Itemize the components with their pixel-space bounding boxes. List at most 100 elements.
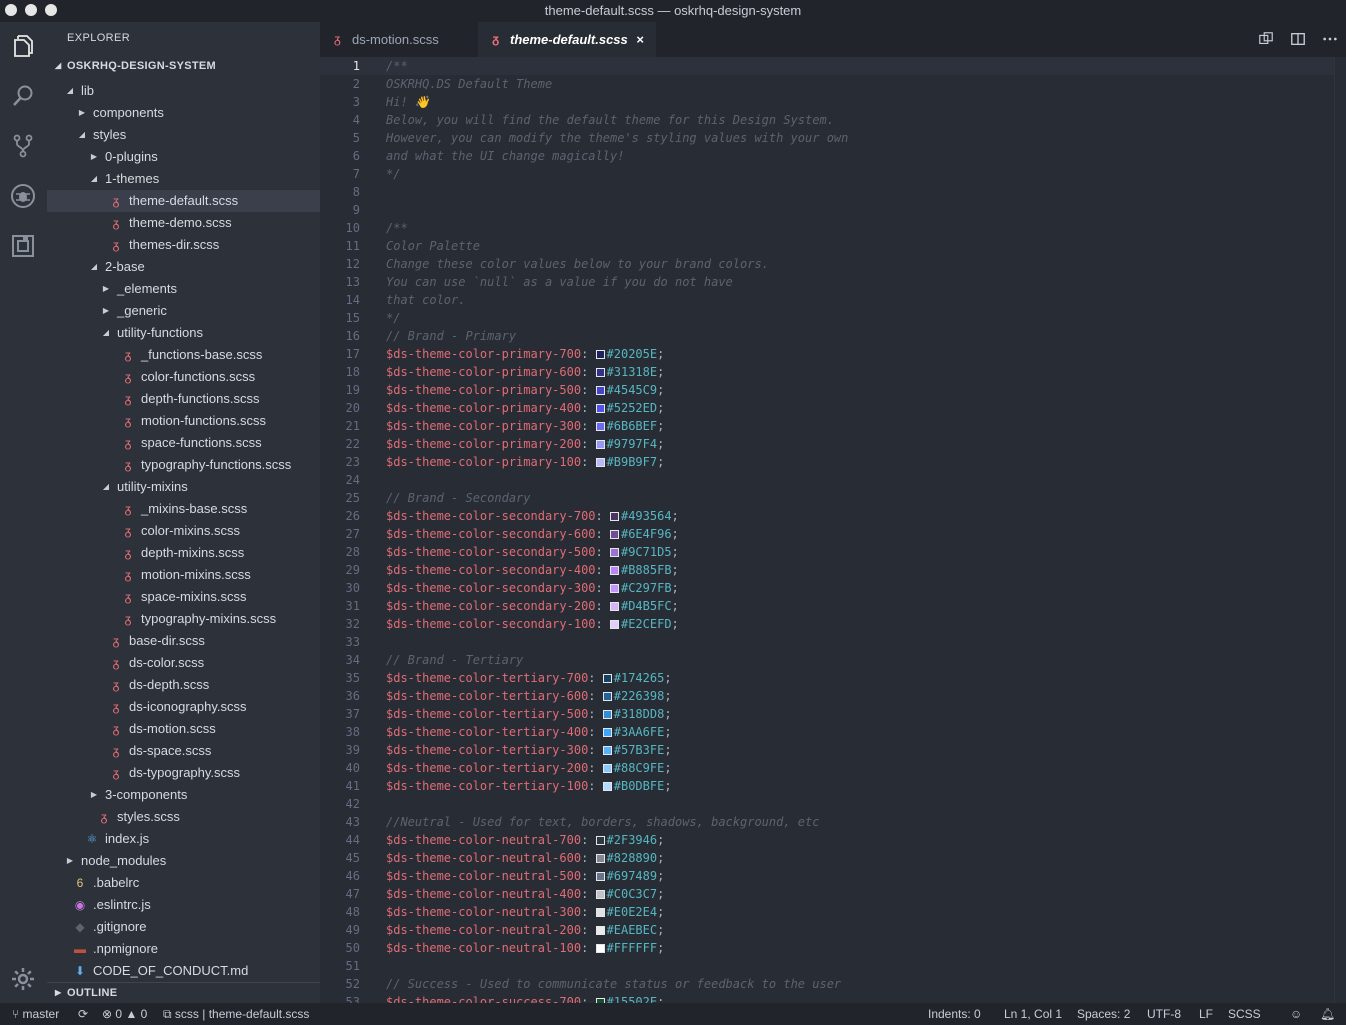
color-swatch[interactable] xyxy=(595,908,605,917)
code-line[interactable] xyxy=(386,201,848,219)
cursor-position[interactable]: Ln 1, Col 1 xyxy=(1004,1003,1062,1025)
tree-folder[interactable]: ▶ 3-components xyxy=(47,784,320,806)
tree-folder[interactable]: ◢ utility-functions xyxy=(47,322,320,344)
tree-file[interactable]: ᵹ _mixins-base.scss xyxy=(47,498,320,520)
code-line[interactable] xyxy=(386,795,848,813)
color-swatch[interactable] xyxy=(595,890,605,899)
tree-file[interactable]: ᵹ color-functions.scss xyxy=(47,366,320,388)
sync-icon[interactable]: ⟳ xyxy=(78,1003,88,1025)
tab-theme-default[interactable]: ᵹ theme-default.scss × xyxy=(478,22,656,57)
tree-file[interactable]: ᵹ ds-space.scss xyxy=(47,740,320,762)
tree-file[interactable]: ᵹ motion-mixins.scss xyxy=(47,564,320,586)
debug-icon[interactable] xyxy=(9,182,37,210)
color-swatch[interactable] xyxy=(602,674,612,683)
tree-folder[interactable]: ▶ components xyxy=(47,102,320,124)
search-icon[interactable] xyxy=(9,82,37,110)
color-swatch[interactable] xyxy=(609,566,619,575)
code-line[interactable] xyxy=(386,633,848,651)
extensions-icon[interactable] xyxy=(9,232,37,260)
color-swatch[interactable] xyxy=(602,728,612,737)
code-line[interactable]: Below, you will find the default theme f… xyxy=(386,111,848,129)
code-line[interactable]: $ds-theme-color-secondary-700: #493564; xyxy=(386,507,848,525)
split-editor-icon[interactable] xyxy=(1289,30,1307,48)
outline-section-header[interactable]: ▶ OUTLINE xyxy=(47,982,320,1003)
breadcrumb[interactable]: ⧉ scss | theme-default.scss xyxy=(163,1003,309,1025)
tree-file[interactable]: ᵹ theme-demo.scss xyxy=(47,212,320,234)
tree-file[interactable]: ᵹ space-functions.scss xyxy=(47,432,320,454)
code-line[interactable]: $ds-theme-color-neutral-100: #FFFFFF; xyxy=(386,939,848,957)
code-line[interactable]: $ds-theme-color-success-700: #15502E; xyxy=(386,993,848,1003)
color-swatch[interactable] xyxy=(595,386,605,395)
tree-file[interactable]: ᵹ ds-typography.scss xyxy=(47,762,320,784)
tree-file[interactable]: ▬ .npmignore xyxy=(47,938,320,960)
code-line[interactable]: You can use `null` as a value if you do … xyxy=(386,273,848,291)
code-line[interactable]: $ds-theme-color-secondary-400: #B885FB; xyxy=(386,561,848,579)
encoding-indicator[interactable]: UTF-8 xyxy=(1147,1003,1181,1025)
code-line[interactable]: $ds-theme-color-tertiary-400: #3AA6FE; xyxy=(386,723,848,741)
code-line[interactable]: $ds-theme-color-secondary-200: #D4B5FC; xyxy=(386,597,848,615)
code-content[interactable]: /** OSKRHQ.DS Default Theme Hi! 👋 Below, yo… xyxy=(386,57,848,1003)
code-line[interactable]: $ds-theme-color-tertiary-200: #88C9FE; xyxy=(386,759,848,777)
code-line[interactable]: $ds-theme-color-neutral-600: #828890; xyxy=(386,849,848,867)
code-line[interactable]: // Brand - Tertiary xyxy=(386,651,848,669)
color-swatch[interactable] xyxy=(602,764,612,773)
tree-file[interactable]: ᵹ styles.scss xyxy=(47,806,320,828)
tree-file[interactable]: ᵹ theme-default.scss xyxy=(47,190,320,212)
code-line[interactable] xyxy=(386,471,848,489)
color-swatch[interactable] xyxy=(609,584,619,593)
code-line[interactable]: $ds-theme-color-primary-600: #31318E; xyxy=(386,363,848,381)
tree-file[interactable]: ᵹ ds-color.scss xyxy=(47,652,320,674)
feedback-smiley-icon[interactable]: ☺ xyxy=(1290,1003,1302,1025)
tree-folder[interactable]: ◢ 1-themes xyxy=(47,168,320,190)
code-line[interactable]: $ds-theme-color-neutral-300: #E0E2E4; xyxy=(386,903,848,921)
tree-folder[interactable]: ▶ _generic xyxy=(47,300,320,322)
color-swatch[interactable] xyxy=(595,872,605,881)
code-line[interactable]: OSKRHQ.DS Default Theme xyxy=(386,75,848,93)
tree-file[interactable]: ⚛ index.js xyxy=(47,828,320,850)
code-line[interactable]: $ds-theme-color-secondary-600: #6E4F96; xyxy=(386,525,848,543)
code-line[interactable]: $ds-theme-color-tertiary-100: #B0DBFE; xyxy=(386,777,848,795)
code-line[interactable]: //Neutral - Used for text, borders, shad… xyxy=(386,813,848,831)
code-line[interactable]: $ds-theme-color-secondary-500: #9C71D5; xyxy=(386,543,848,561)
code-line[interactable]: Hi! 👋 xyxy=(386,93,848,111)
color-swatch[interactable] xyxy=(595,944,605,953)
code-line[interactable]: However, you can modify the theme's styl… xyxy=(386,129,848,147)
code-line[interactable]: $ds-theme-color-primary-400: #5252ED; xyxy=(386,399,848,417)
tree-file[interactable]: ⬇ CODE_OF_CONDUCT.md xyxy=(47,960,320,982)
color-swatch[interactable] xyxy=(609,530,619,539)
code-line[interactable]: $ds-theme-color-neutral-400: #C0C3C7; xyxy=(386,885,848,903)
close-tab-button[interactable]: × xyxy=(636,22,644,57)
code-line[interactable]: Change these color values below to your … xyxy=(386,255,848,273)
more-actions-icon[interactable] xyxy=(1321,30,1339,48)
color-swatch[interactable] xyxy=(609,548,619,557)
tree-file[interactable]: ◆ .gitignore xyxy=(47,916,320,938)
color-swatch[interactable] xyxy=(602,692,612,701)
code-line[interactable]: $ds-theme-color-neutral-500: #697489; xyxy=(386,867,848,885)
project-section-header[interactable]: ◢ OSKRHQ-DESIGN-SYSTEM xyxy=(47,56,320,76)
code-line[interactable]: $ds-theme-color-secondary-300: #C297FB; xyxy=(386,579,848,597)
color-swatch[interactable] xyxy=(602,710,612,719)
indents-indicator[interactable]: Indents: 0 xyxy=(928,1003,981,1025)
code-line[interactable]: $ds-theme-color-primary-300: #6B6BEF; xyxy=(386,417,848,435)
code-line[interactable]: $ds-theme-color-primary-700: #20205E; xyxy=(386,345,848,363)
tree-file[interactable]: ᵹ base-dir.scss xyxy=(47,630,320,652)
code-line[interactable]: $ds-theme-color-secondary-100: #E2CEFD; xyxy=(386,615,848,633)
problems-indicator[interactable]: ⊗ 0 ▲ 0 xyxy=(102,1003,147,1025)
editor-scrollbar[interactable] xyxy=(1334,57,1346,1003)
tree-file[interactable]: ᵹ ds-depth.scss xyxy=(47,674,320,696)
spaces-indicator[interactable]: Spaces: 2 xyxy=(1077,1003,1130,1025)
tab-ds-motion[interactable]: ᵹ ds-motion.scss xyxy=(320,22,478,57)
code-line[interactable]: $ds-theme-color-primary-100: #B9B9F7; xyxy=(386,453,848,471)
code-line[interactable]: $ds-theme-color-tertiary-500: #318DD8; xyxy=(386,705,848,723)
color-swatch[interactable] xyxy=(595,368,605,377)
color-swatch[interactable] xyxy=(602,746,612,755)
tree-file[interactable]: ◉ .eslintrc.js xyxy=(47,894,320,916)
code-line[interactable]: $ds-theme-color-neutral-200: #EAEBEC; xyxy=(386,921,848,939)
tree-folder[interactable]: ◢ lib xyxy=(47,80,320,102)
color-swatch[interactable] xyxy=(609,620,619,629)
color-swatch[interactable] xyxy=(595,350,605,359)
code-line[interactable]: that color. xyxy=(386,291,848,309)
tree-file[interactable]: ᵹ color-mixins.scss xyxy=(47,520,320,542)
color-swatch[interactable] xyxy=(595,926,605,935)
code-line[interactable]: $ds-theme-color-neutral-700: #2F3946; xyxy=(386,831,848,849)
